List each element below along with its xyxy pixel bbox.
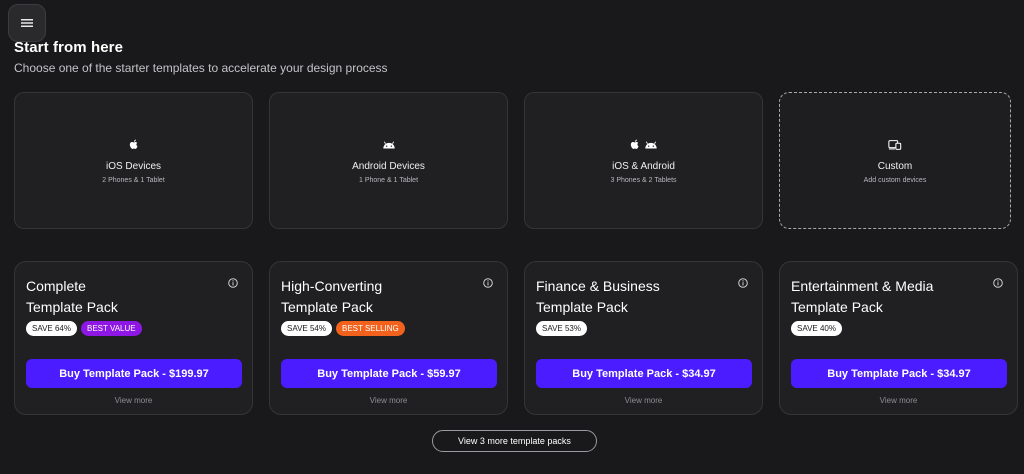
buy-pack-button[interactable]: Buy Template Pack - $199.97 [26,359,242,388]
info-icon[interactable] [228,278,238,288]
page-subtitle: Choose one of the starter templates to a… [14,61,388,75]
save-badge: SAVE 53% [536,321,587,336]
buy-pack-button[interactable]: Buy Template Pack - $59.97 [281,359,497,388]
android-icon [644,140,657,148]
save-badge: SAVE 54% [281,321,332,336]
pack-card-complete: Complete Template Pack SAVE 64% BEST VAL… [14,261,253,415]
android-icon [382,140,395,148]
info-icon[interactable] [483,278,493,288]
apple-icon [129,139,137,149]
device-card-ios-android[interactable]: iOS & Android 3 Phones & 2 Tablets [524,92,763,229]
pack-title: Complete Template Pack [26,278,118,315]
pack-title: Finance & Business Template Pack [536,278,660,315]
info-icon[interactable] [993,278,1003,288]
pack-title: High-Converting Template Pack [281,278,383,315]
best-selling-badge: BEST SELLING [335,321,405,336]
device-description: 2 Phones & 1 Tablet [102,176,165,184]
buy-pack-button[interactable]: Buy Template Pack - $34.97 [791,359,1007,388]
apple-icon [630,139,638,149]
device-name: iOS Devices [105,160,161,172]
devices-icon [888,139,902,150]
view-more-link[interactable]: View more [270,396,507,405]
pack-title: Entertainment & Media Template Pack [791,278,934,315]
save-badge: SAVE 40% [791,321,842,336]
pack-card-entertainment: Entertainment & Media Template Pack SAVE… [779,261,1018,415]
device-name: iOS & Android [612,160,675,172]
device-card-ios[interactable]: iOS Devices 2 Phones & 1 Tablet [14,92,253,229]
device-description: Add custom devices [863,176,927,184]
view-more-link[interactable]: View more [15,396,252,405]
device-card-custom[interactable]: Custom Add custom devices [779,92,1011,229]
device-templates: iOS Devices 2 Phones & 1 Tablet Android … [14,92,1011,229]
pack-card-high-converting: High-Converting Template Pack SAVE 54% B… [269,261,508,415]
hamburger-menu-icon [21,19,33,27]
device-description: 1 Phone & 1 Tablet [358,176,419,184]
save-badge: SAVE 64% [26,321,77,336]
device-name: Android Devices [352,160,425,172]
device-description: 3 Phones & 2 Tablets [610,176,677,184]
page-title: Start from here [14,39,124,56]
page-header: Start from here Choose one of the starte… [14,39,388,75]
view-more-link[interactable]: View more [780,396,1017,405]
pack-card-finance: Finance & Business Template Pack SAVE 53… [524,261,763,415]
device-name: Custom [877,160,913,172]
best-value-badge: BEST VALUE [80,321,142,336]
info-icon[interactable] [738,278,748,288]
view-more-link[interactable]: View more [525,396,762,405]
template-packs: Complete Template Pack SAVE 64% BEST VAL… [14,261,1018,415]
buy-pack-button[interactable]: Buy Template Pack - $34.97 [536,359,752,388]
view-more-packs-button[interactable]: View 3 more template packs [432,430,597,452]
menu-button[interactable] [8,4,46,42]
device-card-android[interactable]: Android Devices 1 Phone & 1 Tablet [269,92,508,229]
